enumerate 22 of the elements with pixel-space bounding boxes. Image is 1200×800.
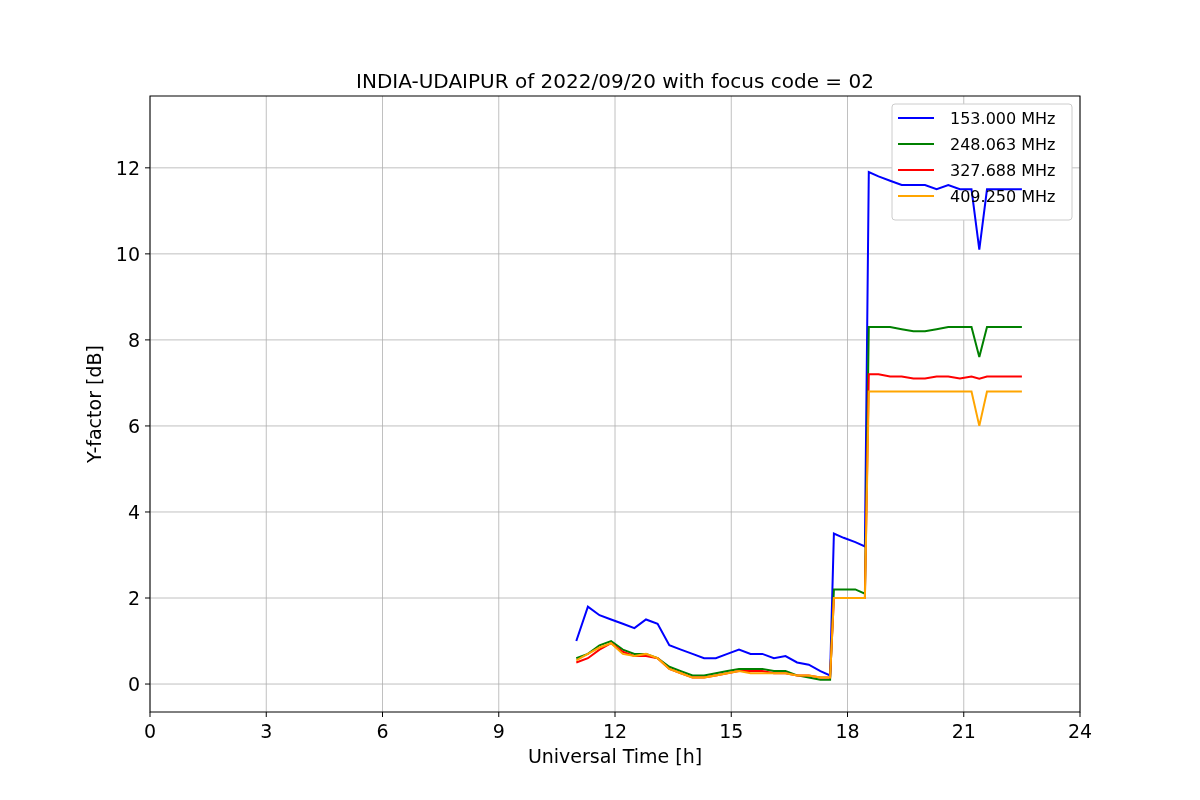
x-tick-label: 21 — [951, 720, 976, 742]
y-tick-label: 10 — [115, 242, 140, 265]
x-axis-label: Universal Time [h] — [527, 745, 703, 767]
y-tick-label: 0 — [127, 673, 140, 696]
legend-label: 327.688 MHz — [950, 161, 1056, 180]
y-tick-label: 2 — [127, 587, 140, 609]
y-axis-label: Y-factor [dB] — [83, 345, 105, 463]
x-tick-label: 3 — [260, 720, 273, 742]
legend-label: 153.000 MHz — [950, 109, 1056, 128]
y-tick-label: 8 — [127, 328, 140, 351]
x-tick-label: 9 — [492, 720, 505, 742]
chart-title: INDIA-UDAIPUR of 2022/09/20 with focus code = 02 — [356, 69, 874, 93]
x-tick-label: 0 — [143, 720, 157, 742]
x-tick-label: 12 — [602, 720, 628, 742]
y-tick-label: 6 — [127, 414, 140, 437]
x-tick-label: 18 — [835, 720, 860, 742]
x-tick-label: 15 — [719, 720, 744, 742]
x-tick-label: 6 — [376, 720, 389, 742]
legend-label: 248.063 MHz — [950, 135, 1056, 154]
y-tick-label: 4 — [127, 500, 140, 523]
y-tick-label: 12 — [115, 156, 140, 179]
x-tick-label: 24 — [1067, 720, 1093, 742]
